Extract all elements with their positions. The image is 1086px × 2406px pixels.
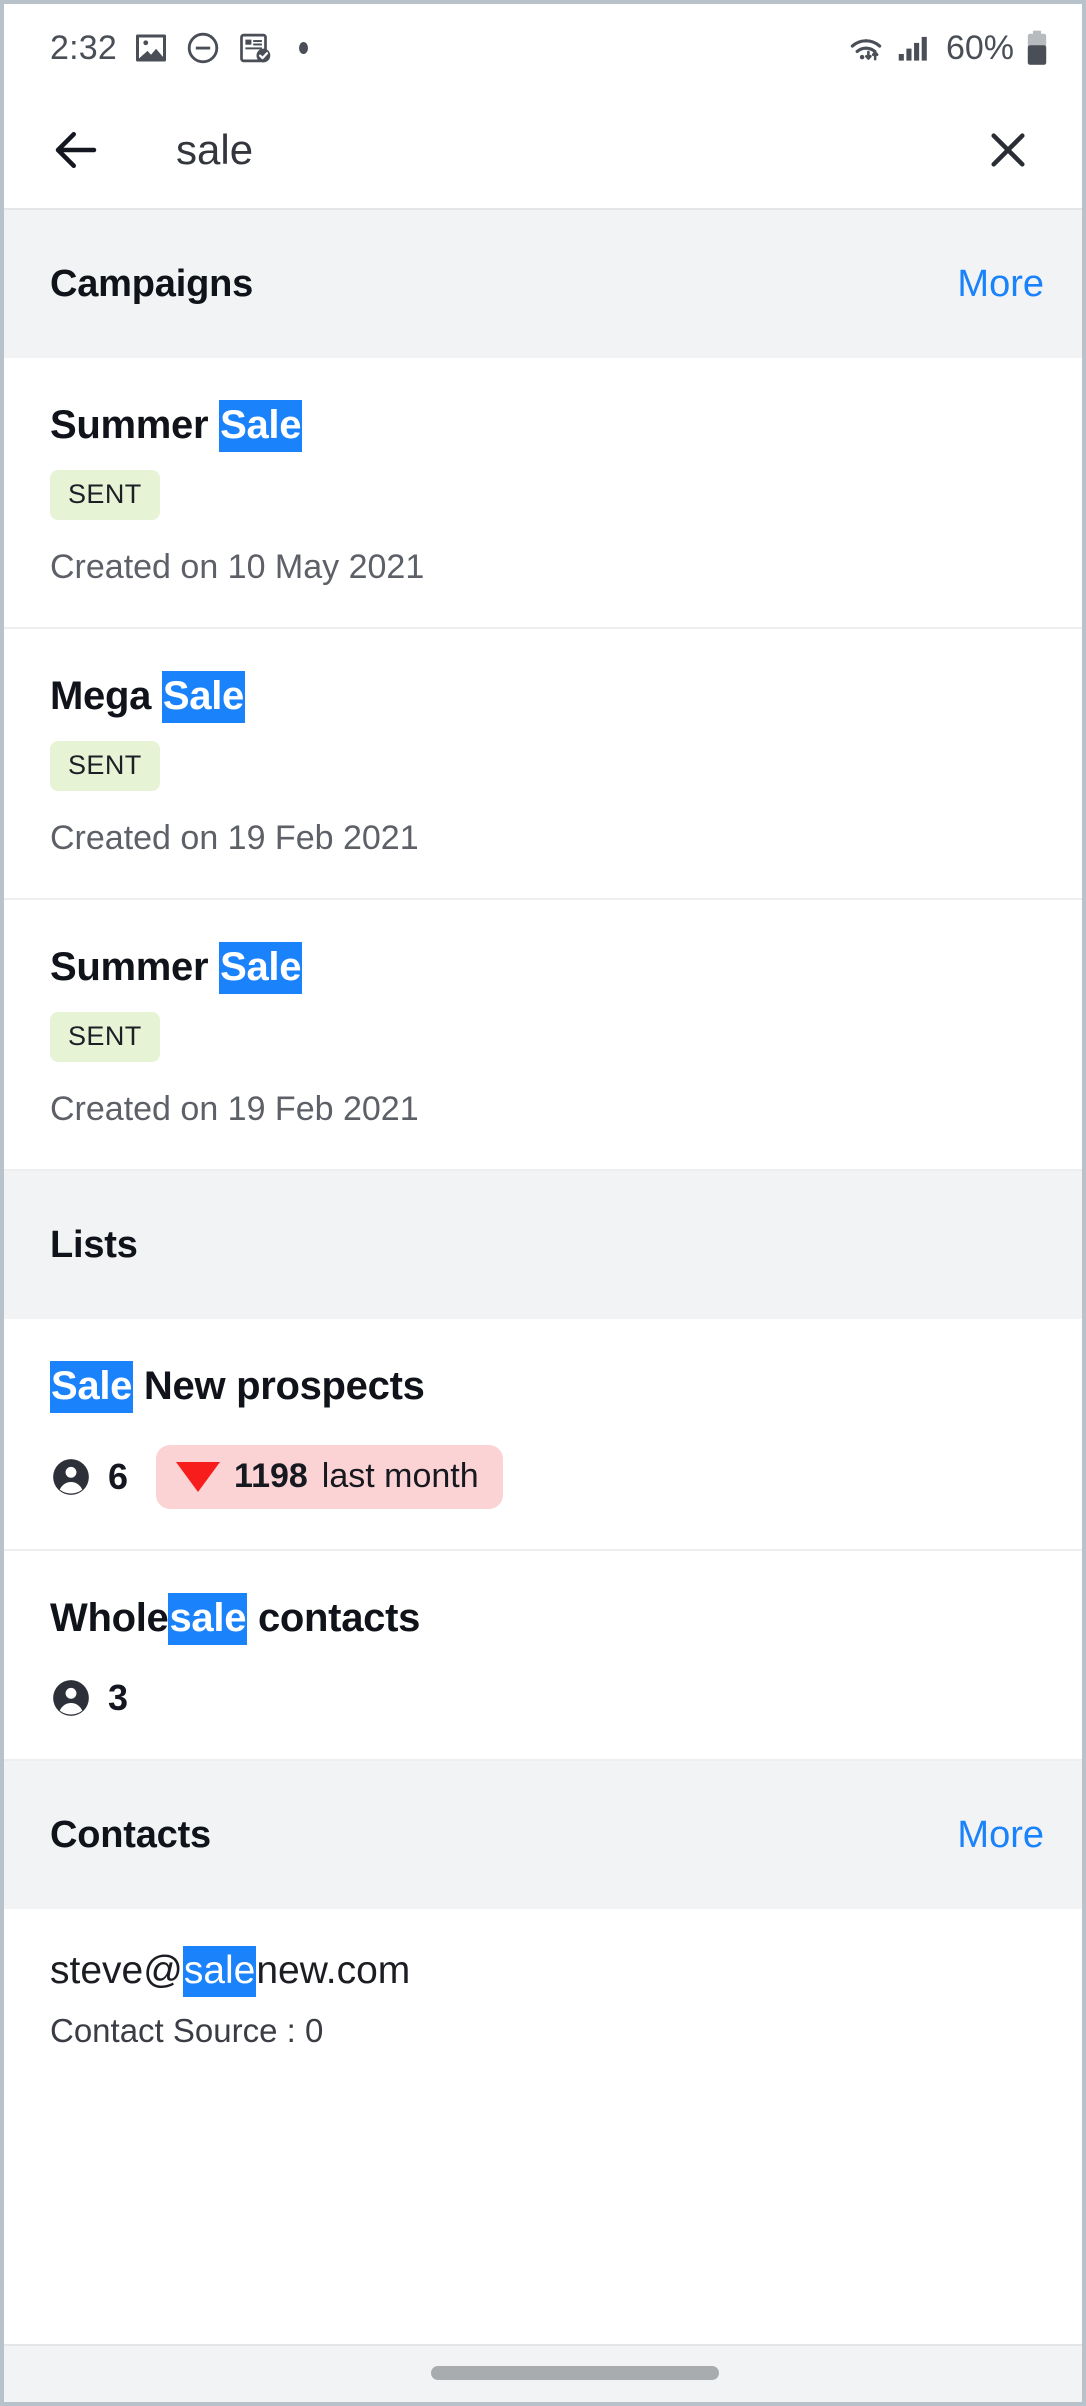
list-meta: 3 <box>50 1677 1036 1719</box>
search-match-highlight: Sale <box>219 400 303 452</box>
contact-count: 3 <box>50 1677 128 1719</box>
contact-count-value: 3 <box>108 1677 129 1718</box>
list-row[interactable]: Wholesale contacts 3 <box>4 1551 1082 1761</box>
campaign-created-date: Created on 19 Feb 2021 <box>50 1090 419 1128</box>
close-icon <box>991 133 1025 167</box>
campaign-title: Mega Sale <box>50 671 1036 723</box>
search-match-highlight: sale <box>168 1593 248 1645</box>
campaign-row[interactable]: Summer Sale SENT Created on 19 Feb 2021 <box>4 900 1082 1171</box>
status-badge: SENT <box>50 470 160 520</box>
campaign-row[interactable]: Mega Sale SENT Created on 19 Feb 2021 <box>4 629 1082 900</box>
do-not-disturb-icon <box>187 32 219 64</box>
notification-dot-icon <box>298 42 308 54</box>
contact-email-pre: steve@ <box>50 1949 183 1992</box>
battery-icon <box>1027 30 1047 65</box>
wifi-icon <box>850 39 882 61</box>
clear-search-button[interactable] <box>972 114 1044 186</box>
section-title-contacts: Contacts <box>50 1813 211 1856</box>
person-icon <box>53 1459 89 1495</box>
battery-percent-label: 60% <box>945 28 1014 67</box>
person-icon <box>53 1680 89 1716</box>
campaign-title: Summer Sale <box>50 400 1036 452</box>
trend-period-label: last month <box>321 1457 479 1495</box>
search-match-highlight: Sale <box>219 942 303 994</box>
section-header-campaigns: Campaigns More <box>4 210 1082 358</box>
search-match-highlight: Sale <box>50 1361 134 1413</box>
image-icon <box>135 34 166 62</box>
list-title-post: contacts <box>247 1596 421 1640</box>
status-bar-left: 2:32 <box>50 29 308 68</box>
trend-badge: 1198 last month <box>156 1445 503 1509</box>
list-title-pre: Whole <box>50 1596 169 1640</box>
signal-icon <box>898 36 927 61</box>
campaign-title-pre: Summer <box>50 945 220 989</box>
search-bar[interactable]: sale <box>4 92 1082 210</box>
section-header-lists: Lists <box>4 1171 1082 1319</box>
contact-source: Contact Source : 0 <box>50 2011 324 2049</box>
section-title-lists: Lists <box>50 1223 138 1266</box>
contact-count: 6 <box>50 1456 128 1498</box>
trend-value: 1198 <box>234 1457 308 1495</box>
section-title-campaigns: Campaigns <box>50 262 254 305</box>
campaign-row[interactable]: Summer Sale SENT Created on 10 May 2021 <box>4 358 1082 629</box>
status-bar: 2:32 60% <box>4 4 1082 92</box>
list-title: Wholesale contacts <box>50 1593 1036 1645</box>
search-input[interactable]: sale <box>114 126 972 174</box>
campaign-created-date: Created on 19 Feb 2021 <box>50 819 419 857</box>
list-meta: 6 1198 last month <box>50 1445 1036 1509</box>
more-link-contacts[interactable]: More <box>957 1814 1044 1857</box>
gesture-pill[interactable] <box>431 2366 720 2380</box>
status-time: 2:32 <box>50 28 117 67</box>
trend-down-icon <box>176 1461 221 1492</box>
more-link-campaigns[interactable]: More <box>957 263 1044 306</box>
search-match-highlight: sale <box>182 1946 257 1997</box>
status-bar-right: 60% <box>846 29 1050 68</box>
contact-count-value: 6 <box>108 1456 129 1497</box>
list-title-post: New prospects <box>133 1364 425 1408</box>
contact-row[interactable]: steve@salenew.com Contact Source : 0 <box>4 1909 1082 2080</box>
search-match-highlight: Sale <box>161 671 245 723</box>
back-button[interactable] <box>38 112 114 188</box>
back-arrow-icon <box>55 132 97 168</box>
campaign-title: Summer Sale <box>50 942 1036 994</box>
section-header-contacts: Contacts More <box>4 1761 1082 1909</box>
campaign-title-pre: Summer <box>50 403 220 447</box>
list-row[interactable]: Sale New prospects 6 1198 last month <box>4 1319 1082 1551</box>
campaign-created-date: Created on 10 May 2021 <box>50 548 425 586</box>
phone-screen: 2:32 60% sale Campaigns More Summer Sale… <box>0 0 1086 2406</box>
contact-email-post: new.com <box>256 1949 411 1992</box>
form-check-icon <box>240 33 271 63</box>
campaign-title-pre: Mega <box>50 674 162 718</box>
gesture-navigation-bar <box>4 2344 1082 2402</box>
status-badge: SENT <box>50 741 160 791</box>
status-badge: SENT <box>50 1012 160 1062</box>
list-title: Sale New prospects <box>50 1361 1036 1413</box>
contact-email: steve@salenew.com <box>50 1946 1036 1997</box>
